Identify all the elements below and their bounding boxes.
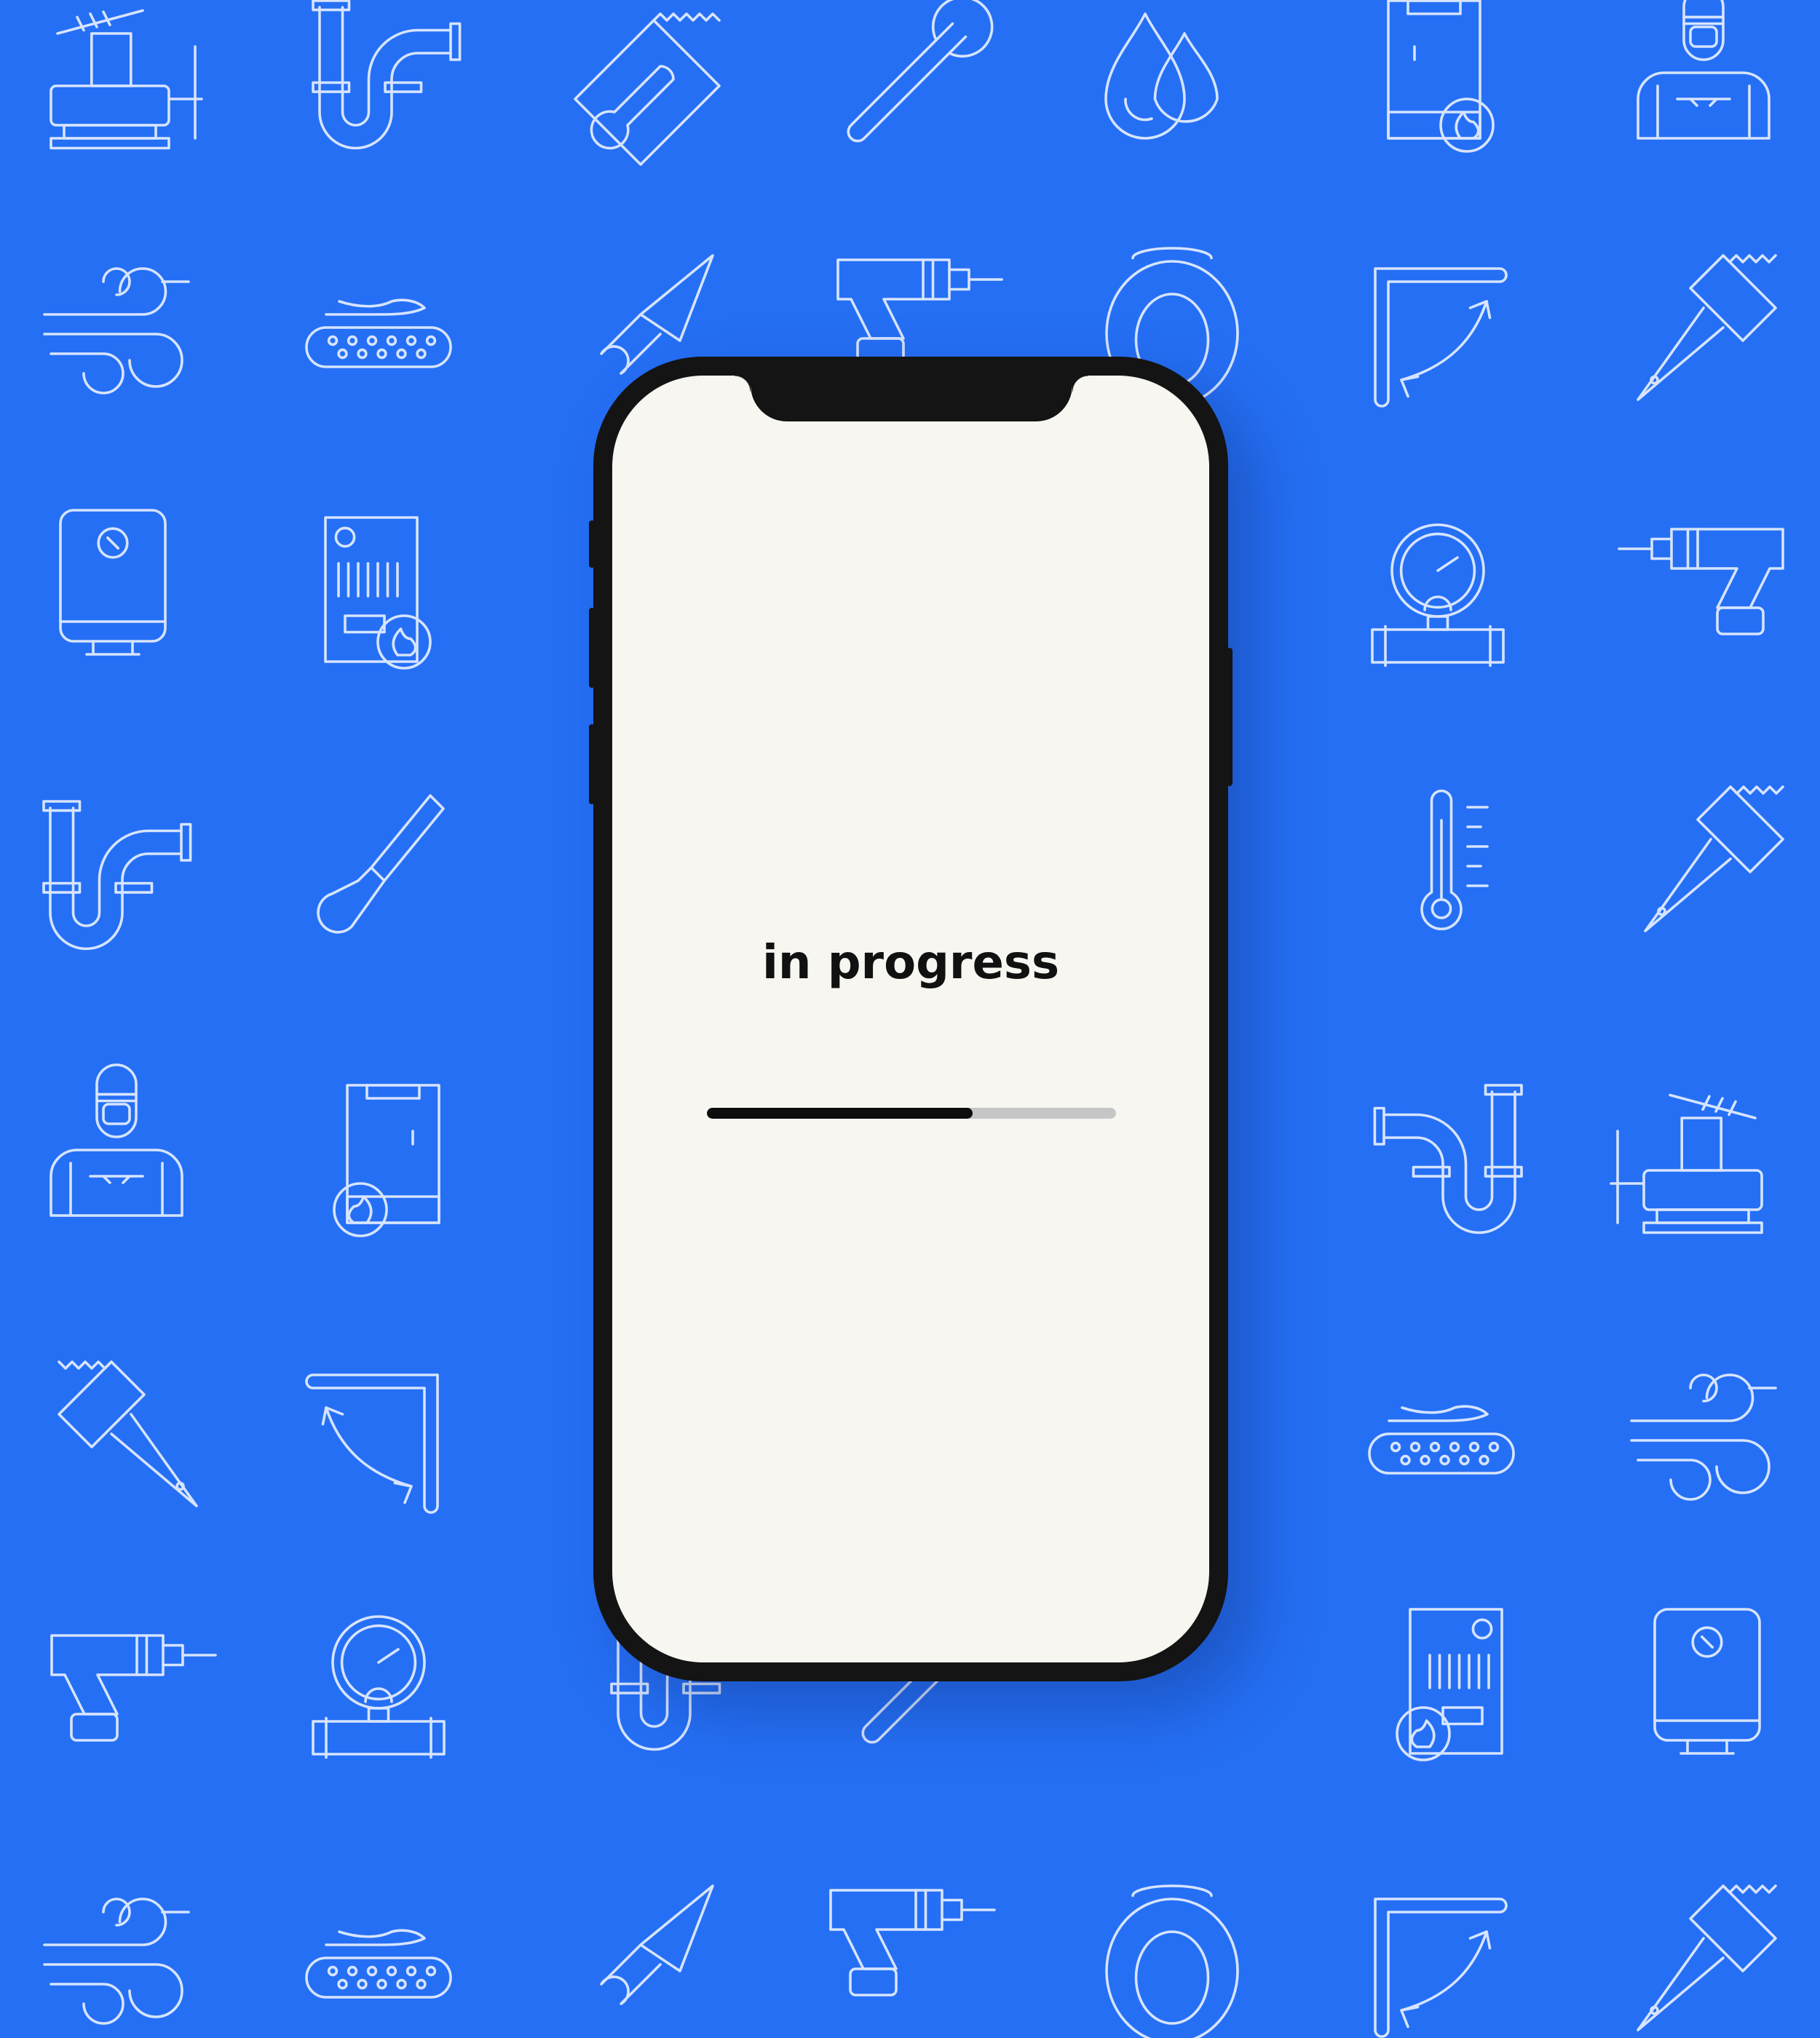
phone-volume-up-button — [589, 608, 595, 688]
phone-volume-down-button — [589, 724, 595, 804]
phone-mockup: in progress — [589, 357, 1233, 1681]
phone-power-button — [1227, 648, 1233, 786]
phone-screen: in progress — [612, 376, 1209, 1662]
progress-bar-fill — [707, 1108, 973, 1119]
phone-notch — [735, 376, 1088, 421]
phone-mute-switch — [589, 520, 595, 568]
progress-status-label: in progress — [761, 936, 1060, 990]
progress-bar — [707, 1108, 1116, 1119]
